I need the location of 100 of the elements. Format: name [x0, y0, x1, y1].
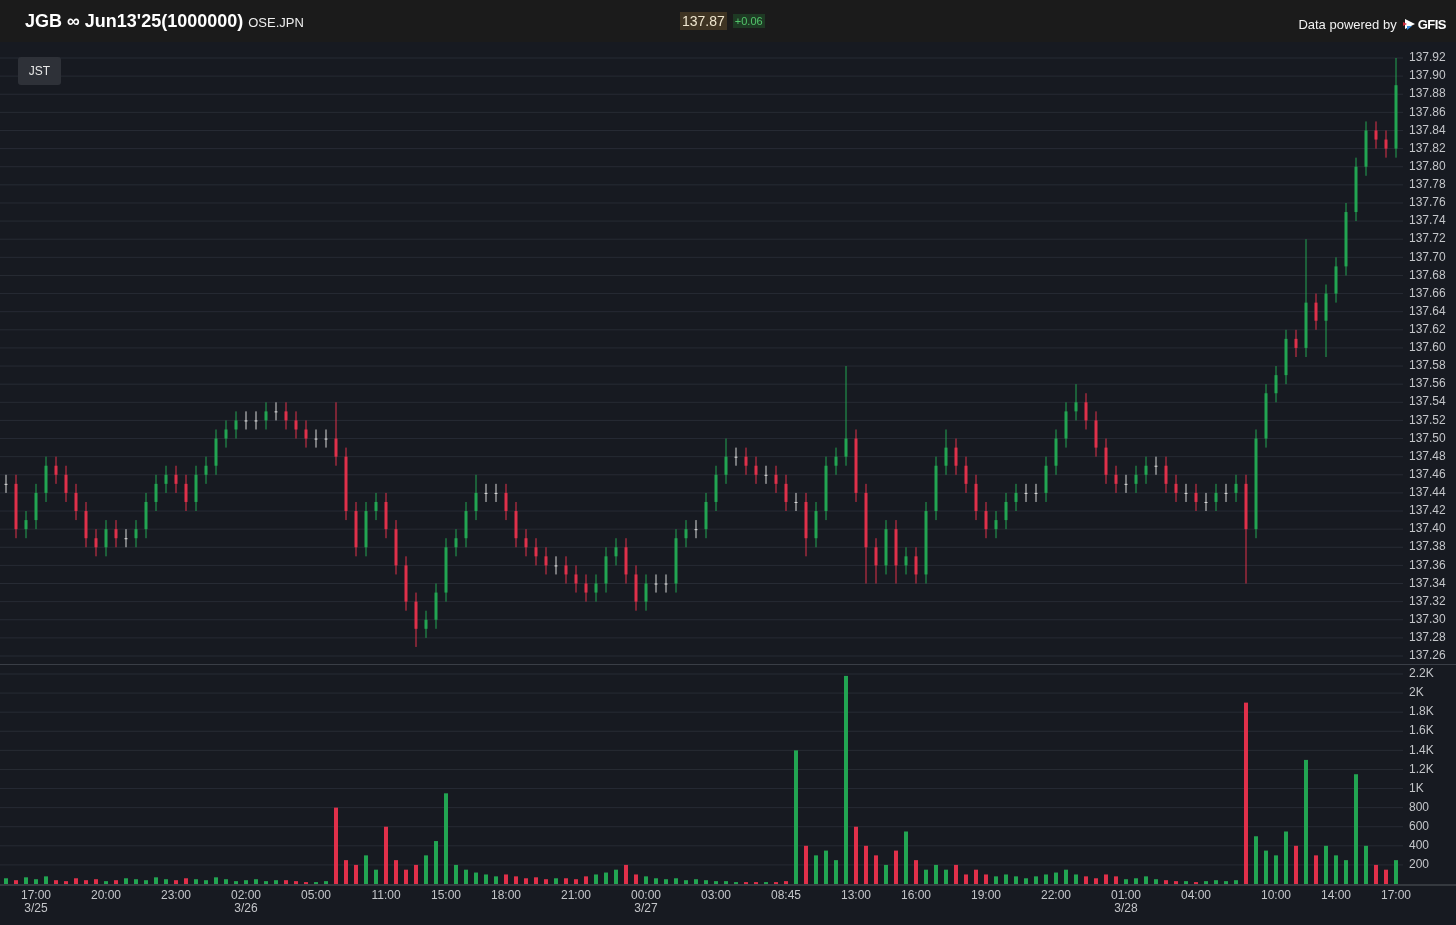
candlestick — [1294, 329, 1298, 358]
volume-bar — [884, 864, 888, 884]
candlestick — [1184, 483, 1188, 503]
candlestick — [1074, 383, 1078, 421]
candlestick — [114, 519, 118, 548]
volume-bar — [404, 869, 408, 884]
time-label: 01:00 3/28 — [1111, 888, 1141, 915]
candlestick — [134, 519, 138, 548]
axis-label: 137.34 — [1409, 575, 1446, 590]
axis-label: 137.38 — [1409, 539, 1446, 554]
candlestick — [634, 564, 638, 612]
axis-label: 137.48 — [1409, 448, 1446, 463]
candlestick — [654, 573, 658, 594]
volume-bar — [1224, 881, 1228, 884]
candlestick — [144, 492, 148, 539]
volume-bar — [474, 872, 478, 884]
candlestick — [784, 474, 788, 512]
candlestick — [574, 564, 578, 594]
candlestick — [644, 573, 648, 612]
volume-bar — [1074, 874, 1078, 884]
volume-bar — [184, 878, 188, 884]
volume-bar — [1014, 876, 1018, 884]
candlestick — [734, 447, 738, 467]
candlestick — [1104, 438, 1108, 485]
candlestick — [1284, 329, 1288, 385]
candlestick — [624, 537, 628, 584]
volume-bar — [284, 880, 288, 884]
volume-bar — [1264, 850, 1268, 884]
time-label: 21:00 — [561, 888, 591, 902]
axis-label: 1.8K — [1409, 704, 1434, 719]
candlestick — [804, 492, 808, 557]
volume-bar — [1064, 869, 1068, 884]
price-change: +0.06 — [732, 14, 765, 28]
candlestick — [94, 528, 98, 557]
exchange-label: OSE.JPN — [248, 14, 304, 30]
volume-bar — [544, 879, 548, 884]
candlestick — [1114, 465, 1118, 494]
axis-label: 137.86 — [1409, 104, 1446, 119]
volume-bar — [1024, 878, 1028, 884]
volume-bar — [684, 880, 688, 884]
axis-label: 137.92 — [1409, 50, 1446, 65]
candlestick — [694, 519, 698, 539]
volume-bar — [424, 855, 428, 884]
volume-bar — [1204, 881, 1208, 884]
volume-bar — [714, 881, 718, 884]
volume-bar — [454, 864, 458, 884]
candlestick — [1164, 456, 1168, 494]
volume-bar — [44, 876, 48, 884]
candlestick — [1364, 120, 1368, 177]
volume-bar — [1114, 876, 1118, 884]
axis-label: 137.82 — [1409, 140, 1446, 155]
volume-bar — [24, 877, 28, 884]
volume-bar — [1234, 880, 1238, 884]
axis-label: 600 — [1409, 818, 1430, 833]
axis-label: 137.72 — [1409, 231, 1446, 246]
candlestick — [1034, 483, 1038, 503]
candlestick — [1314, 293, 1318, 331]
volume-bar — [1104, 874, 1108, 884]
candlestick — [894, 519, 898, 584]
last-price: 137.87 — [680, 12, 727, 30]
candlestick — [874, 537, 878, 584]
volume-bar — [1254, 836, 1258, 884]
candlestick — [1044, 456, 1048, 503]
candlestick — [794, 492, 798, 512]
candlestick — [164, 465, 168, 494]
axis-label: 137.70 — [1409, 249, 1446, 264]
candlestick — [764, 465, 768, 485]
candlestick — [754, 456, 758, 485]
axis-label: 137.80 — [1409, 158, 1446, 173]
candlestick — [414, 592, 418, 648]
timezone-button[interactable]: JST — [18, 57, 61, 85]
candlestick — [714, 465, 718, 512]
volume-bar — [974, 869, 978, 884]
volume-bar — [494, 876, 498, 884]
volume-bar — [864, 845, 868, 884]
candlestick — [204, 456, 208, 485]
volume-bar — [1214, 880, 1218, 884]
axis-label: 400 — [1409, 838, 1430, 852]
axis-label: 137.62 — [1409, 322, 1446, 336]
candlestick — [1384, 130, 1388, 159]
axis-label: 137.66 — [1409, 285, 1446, 300]
candlestick — [354, 501, 358, 557]
volume-bar — [384, 826, 388, 884]
axis-label: 137.36 — [1409, 557, 1446, 572]
axis-label: 137.90 — [1409, 68, 1446, 83]
volume-bar — [484, 874, 488, 884]
candlestick — [1064, 401, 1068, 449]
axis-label: 137.30 — [1409, 611, 1446, 626]
time-label: 02:00 3/26 — [231, 888, 261, 915]
play-arrow-icon — [1402, 17, 1417, 31]
volume-bar — [1044, 874, 1048, 884]
volume-bar — [154, 877, 158, 884]
candlestick — [774, 465, 778, 494]
volume-bar — [854, 826, 858, 884]
volume-bar — [534, 877, 538, 884]
axis-label: 1.4K — [1409, 742, 1434, 757]
candlestick — [324, 429, 328, 449]
axis-label: 137.42 — [1409, 503, 1446, 518]
axis-label: 137.60 — [1409, 340, 1446, 355]
candlestick — [554, 555, 558, 575]
